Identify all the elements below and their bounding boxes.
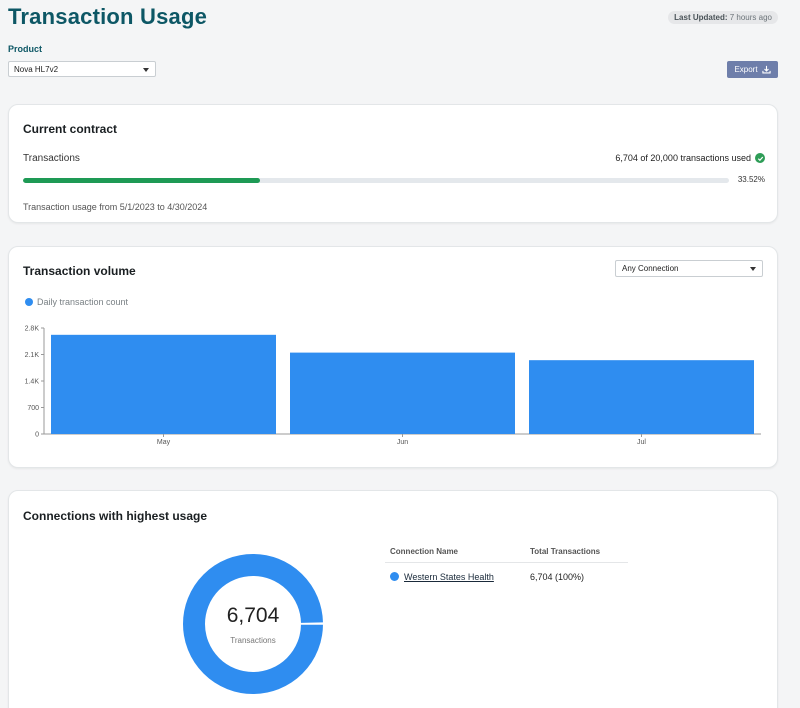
y-tick-label: 1.4K (25, 379, 40, 386)
export-button-label: Export (734, 65, 758, 74)
x-tick-label: Jun (397, 439, 408, 446)
connection-select-value: Any Connection (622, 264, 679, 273)
column-header-connection-name[interactable]: Connection Name (385, 547, 530, 556)
current-contract-card: Current contract Transactions 6,704 of 2… (8, 104, 778, 223)
last-updated-label: Last Updated: (674, 13, 728, 22)
y-tick-label: 2.8K (25, 326, 40, 333)
donut-total-label: Transactions (230, 636, 276, 645)
table-header: Connection Name Total Transactions (385, 541, 628, 563)
connection-select[interactable]: Any Connection (615, 260, 763, 277)
usage-progress-fill (23, 178, 260, 183)
export-button[interactable]: Export (727, 61, 778, 78)
contract-title: Current contract (23, 122, 118, 136)
transactions-label: Transactions (23, 153, 80, 164)
bar-jul (529, 360, 754, 434)
last-updated-badge: Last Updated: 7 hours ago (668, 11, 778, 24)
usage-range: Transaction usage from 5/1/2023 to 4/30/… (23, 202, 208, 212)
connection-name-cell: Western States Health (385, 572, 530, 582)
page-title: Transaction Usage (8, 4, 208, 29)
transaction-volume-chart: 0 700 1.4K 2.1K 2.8K May Jun Jul (25, 326, 761, 446)
x-tick-label: Jul (637, 439, 646, 446)
legend-dot-icon (25, 298, 33, 306)
connections-card: Connections with highest usage 6,704 Tra… (8, 490, 778, 708)
volume-title: Transaction volume (23, 264, 136, 278)
bar-jun (290, 352, 515, 434)
series-dot-icon (390, 572, 399, 581)
chart-legend[interactable]: Daily transaction count (25, 297, 128, 307)
total-transactions-cell: 6,704 (100%) (530, 571, 585, 582)
usage-progress-percent: 33.52% (737, 175, 765, 184)
download-icon (761, 65, 771, 74)
connection-link[interactable]: Western States Health (404, 572, 494, 582)
usage-progress-bar (23, 178, 729, 183)
y-tick-label: 2.1K (25, 352, 40, 359)
product-select[interactable]: Nova HL7v2 (8, 61, 156, 77)
legend-label: Daily transaction count (37, 297, 129, 307)
donut-total-value: 6,704 (226, 604, 280, 627)
y-tick-label: 0 (35, 432, 39, 439)
chevron-down-icon (143, 68, 149, 72)
chevron-down-icon (750, 267, 756, 271)
y-tick-label: 700 (27, 405, 39, 412)
last-updated-value: 7 hours ago (729, 13, 772, 22)
transaction-volume-card: Transaction volume Any Connection Daily … (8, 246, 778, 468)
product-select-value: Nova HL7v2 (14, 65, 59, 74)
check-circle-icon (755, 153, 765, 163)
product-label: Product (8, 44, 43, 54)
bar-may (51, 334, 276, 434)
table-row: Western States Health 6,704 (100%) (385, 563, 628, 590)
x-tick-label: May (157, 439, 171, 446)
transactions-used: 6,704 of 20,000 transactions used (615, 153, 765, 163)
connections-title: Connections with highest usage (23, 509, 208, 523)
column-header-total-transactions[interactable]: Total Transactions (530, 547, 628, 556)
transactions-used-text: 6,704 of 20,000 transactions used (615, 153, 751, 163)
connections-table: Connection Name Total Transactions Weste… (385, 541, 628, 590)
